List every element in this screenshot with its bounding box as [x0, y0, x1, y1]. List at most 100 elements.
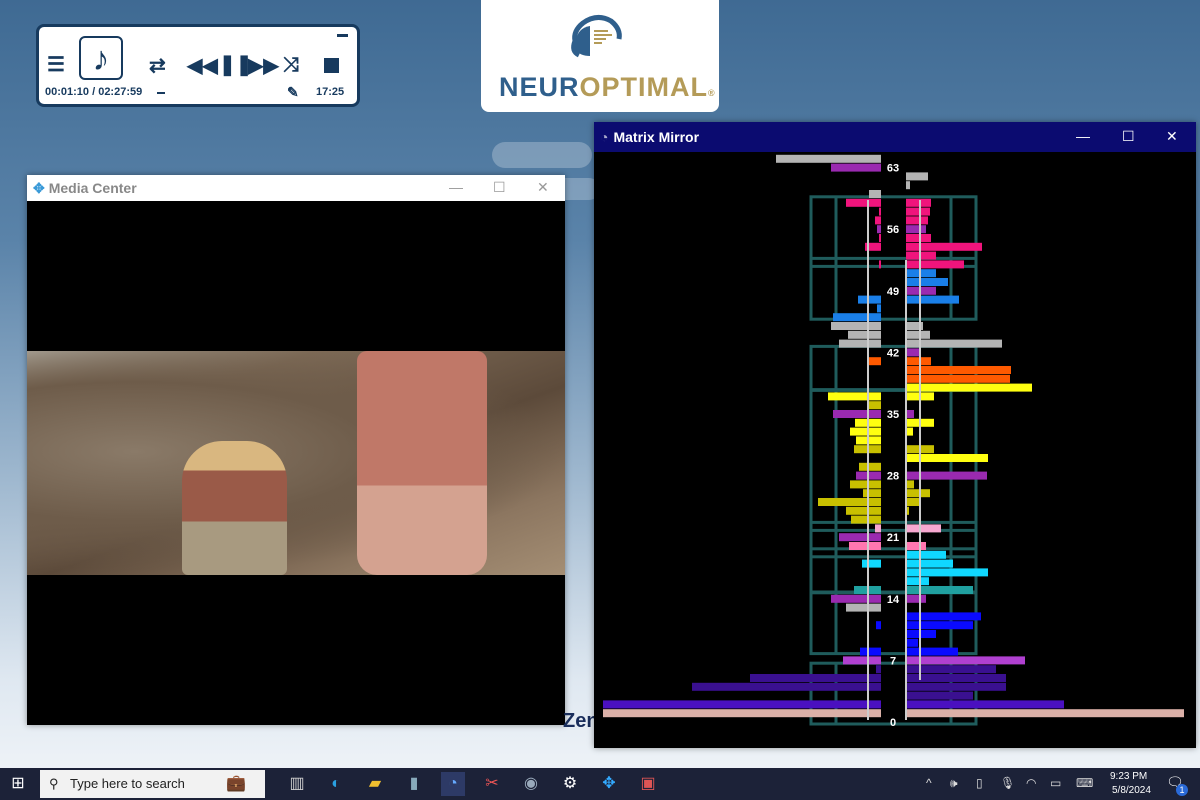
device-icon[interactable]: ▯	[976, 776, 983, 790]
bar-left-row-26	[863, 489, 881, 498]
close-button[interactable]: ✕	[1166, 128, 1178, 145]
bar-left-row-44	[848, 330, 881, 339]
close-button[interactable]: ✕	[537, 179, 549, 196]
taskbar: ⊞ ⚲ Type here to search 💼 ▥ ◐ ▰ ▮ ◔ ✂ ◉ ⚙ ✥ ▣ ^ 🕪 ▯…	[0, 768, 1200, 800]
microphone-icon[interactable]: 🎙	[1000, 776, 1015, 790]
row-label: 42	[887, 347, 899, 359]
bar-right-row-59	[906, 198, 931, 207]
video-frame[interactable]	[27, 351, 565, 575]
search-icon: ⚲	[49, 776, 59, 791]
bar-left-row-8	[860, 647, 881, 656]
shuffle-icon[interactable]: ⤨	[283, 55, 299, 75]
bar-left-row-14	[831, 594, 881, 603]
keyboard-icon[interactable]: ⌨	[1076, 776, 1093, 790]
chevron-up-icon[interactable]: ^	[926, 776, 932, 790]
bar-left-row-24	[846, 506, 881, 515]
bar-right-row-4	[906, 682, 1006, 691]
bar-left-row-57	[875, 216, 881, 225]
bar-right-row-42	[906, 348, 920, 357]
logo-text-neur: NEUR	[499, 72, 580, 102]
photos-app-icon[interactable]: ▣	[636, 772, 660, 796]
bar-left-row-47	[877, 304, 881, 313]
bar-left-row-18	[862, 559, 881, 568]
bar-right-row-56	[906, 225, 926, 234]
minimize-button[interactable]: —	[1076, 128, 1090, 144]
volume-icon[interactable]: 🕪	[950, 776, 958, 791]
minimize-icon[interactable]	[337, 34, 348, 37]
file-explorer-icon[interactable]: ▰	[363, 772, 387, 796]
notes-app-icon[interactable]: ▮	[402, 772, 426, 796]
bar-left-row-5	[750, 674, 881, 682]
bar-left-row-33	[850, 427, 881, 436]
bar-right-row-2	[906, 700, 1064, 709]
row-label: 56	[887, 224, 899, 236]
bar-right-row-27	[906, 480, 914, 489]
bar-left-row-1	[603, 709, 881, 718]
bar-left-row-25	[818, 498, 881, 506]
kodi-icon: ✥	[33, 179, 45, 196]
bar-right-row-40	[906, 366, 1011, 374]
kodi-app-icon[interactable]: ✥	[597, 772, 621, 796]
logo-text-optimal: OPTIMAL	[579, 72, 709, 102]
bar-left-row-52	[879, 260, 881, 269]
clock-date[interactable]: 5/8/2024	[1112, 785, 1151, 796]
window-title: Media Center	[48, 180, 137, 196]
bar-right-row-8	[906, 647, 958, 656]
bar-right-row-33	[906, 427, 913, 436]
bar-left-row-48	[858, 295, 881, 304]
bar-right-row-48	[906, 295, 959, 304]
bar-right-row-9	[906, 638, 918, 647]
title-bar[interactable]: ◔ Matrix Mirror	[594, 122, 1196, 152]
bar-right-row-26	[906, 489, 930, 498]
bar-right-row-17	[906, 568, 988, 577]
bar-right-row-28	[906, 471, 987, 480]
repeat-icon[interactable]: ⇄	[149, 56, 166, 76]
maximize-button[interactable]: ☐	[1122, 128, 1135, 145]
matrix-mirror-window: ◔ Matrix Mirror — ☐ ✕ 63 56 49 42 35 28 21 14 7 0	[594, 122, 1196, 748]
notification-badge: 1	[1176, 784, 1188, 796]
title-bar[interactable]: ✥ Media Center	[27, 175, 565, 201]
settings-app-icon[interactable]: ⚙	[558, 772, 582, 796]
bar-left-row-36	[868, 401, 881, 410]
media-player-widget: ☰ ♪ ⇄ ◀◀ ❚❚ ▶▶ ⤨ 00:01:10 / 02:27:59 ✎ 1…	[36, 24, 360, 107]
volume-dash[interactable]	[157, 92, 165, 94]
bar-right-row-3	[906, 691, 973, 700]
window-title: Matrix Mirror	[613, 129, 700, 145]
briefcase-app-icon[interactable]: 💼	[224, 772, 248, 796]
fast-forward-icon[interactable]: ▶▶	[248, 56, 279, 76]
bar-right-row-62	[906, 172, 928, 181]
music-note-icon[interactable]: ♪	[79, 36, 123, 80]
registered-mark: ®	[708, 88, 716, 98]
wifi-icon[interactable]: ◠	[1026, 776, 1036, 790]
snipping-tool-icon[interactable]: ✂	[480, 772, 504, 796]
bar-right-row-18	[906, 559, 953, 568]
start-button[interactable]: ⊞	[6, 772, 30, 796]
neuroptimal-app-icon[interactable]: ◔	[441, 772, 465, 796]
stop-icon[interactable]	[324, 58, 339, 73]
clock-time[interactable]: 9:23 PM	[1110, 771, 1147, 782]
bar-left-row-64	[776, 154, 881, 163]
task-view-icon[interactable]: ▥	[285, 772, 309, 796]
bar-left-row-7	[843, 656, 881, 665]
bar-left-row-29	[859, 462, 881, 471]
edit-icon[interactable]: ✎	[287, 84, 299, 101]
minimize-button[interactable]: —	[449, 179, 463, 195]
bar-left-row-13	[846, 603, 881, 612]
bar-left-row-21	[839, 533, 881, 542]
camera-app-icon[interactable]: ◉	[519, 772, 543, 796]
bar-right-row-7	[906, 656, 1025, 665]
bar-left-row-63	[831, 163, 881, 172]
edge-browser-icon[interactable]: ◐	[324, 772, 348, 796]
bar-left-row-60	[869, 190, 881, 198]
neuroptimal-logo: NEUROPTIMAL®	[481, 0, 719, 112]
battery-icon[interactable]: ▭	[1050, 776, 1061, 790]
bar-right-row-39	[906, 374, 1010, 383]
maximize-button[interactable]: ☐	[493, 179, 506, 196]
rewind-icon[interactable]: ◀◀	[187, 56, 218, 76]
row-label: 14	[887, 594, 900, 606]
playlist-icon[interactable]: ☰	[47, 55, 65, 75]
bar-left-row-41	[869, 357, 881, 366]
video-child-toddler	[182, 441, 287, 575]
bar-right-row-14	[906, 594, 926, 603]
bar-right-row-22	[906, 524, 941, 533]
